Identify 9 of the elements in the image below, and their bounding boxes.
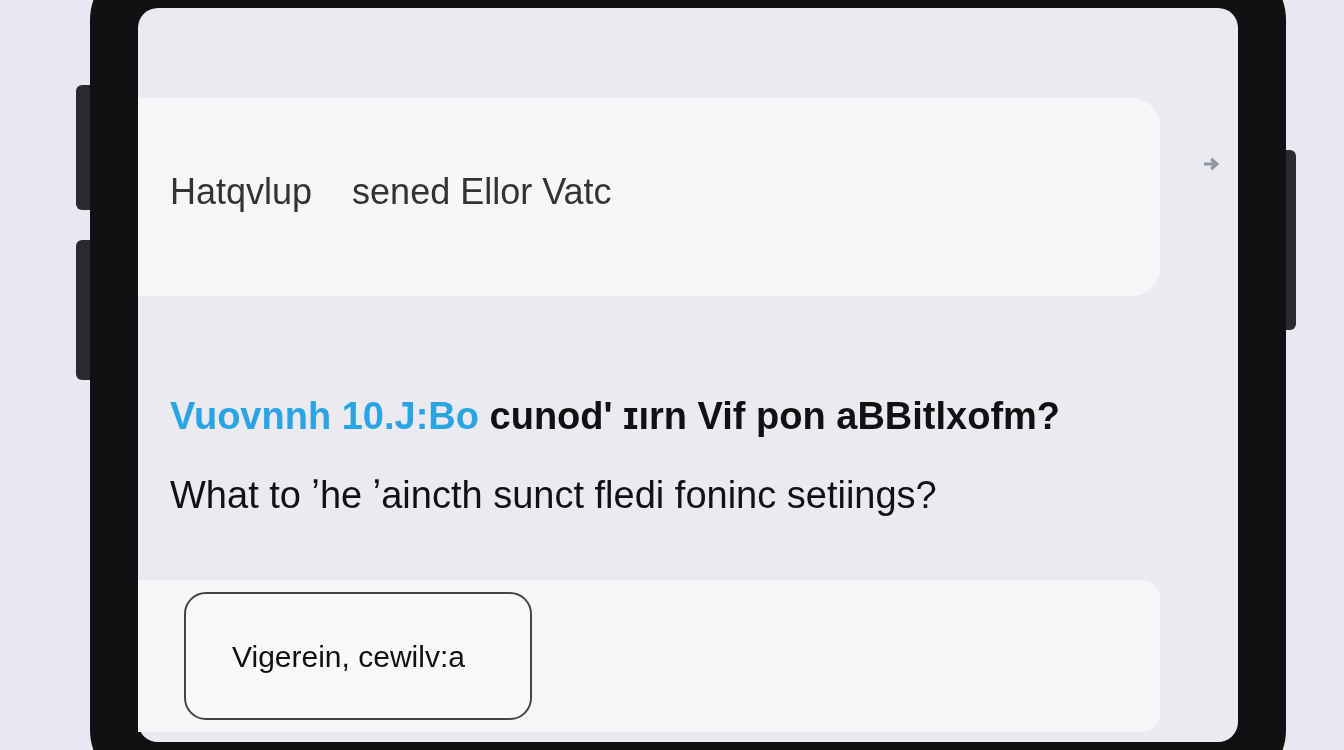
side-button[interactable] [1286, 150, 1296, 330]
question-line: Vuovnnh 10.J:Bo cunod' ɪırn Vif pon aBBitlxofm? [170, 394, 1062, 439]
question-line: What to ʼhe ʼaincth sunct fledi foninc setiings? [170, 473, 938, 518]
side-button[interactable] [76, 240, 90, 380]
input-text: Hatqvlup sened Ellor Vatc [170, 170, 612, 214]
input-card[interactable]: Hatqvlup sened Ellor Vatc [138, 98, 1160, 296]
side-button[interactable] [76, 85, 90, 210]
arrow-icon[interactable] [1202, 156, 1222, 172]
answer-button[interactable]: Vigerein, cewilv:a [184, 592, 532, 720]
